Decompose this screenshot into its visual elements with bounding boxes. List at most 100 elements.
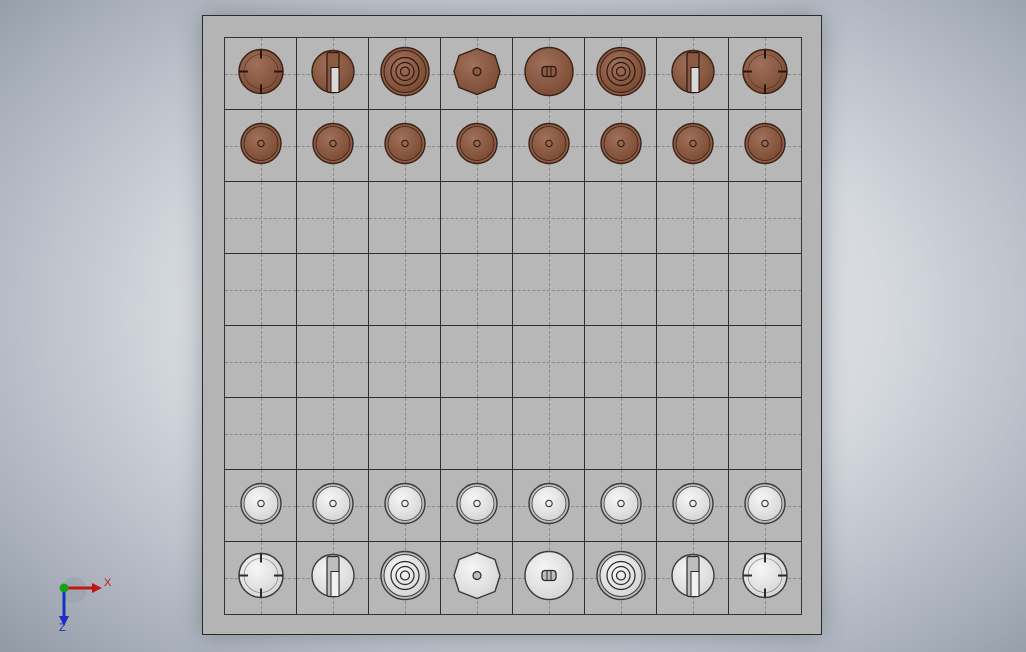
board-square[interactable] [729,470,801,542]
board-square[interactable] [441,398,513,470]
board-square[interactable] [369,470,441,542]
dark-pawn-piece[interactable] [235,117,287,174]
board-square[interactable] [441,542,513,614]
board-square[interactable] [441,326,513,398]
board-square[interactable] [585,326,657,398]
board-square[interactable] [441,38,513,110]
dark-knight-piece[interactable] [307,45,359,102]
dark-king-piece[interactable] [523,45,575,102]
dark-pawn-piece[interactable] [523,117,575,174]
board-square[interactable] [657,38,729,110]
light-knight-piece[interactable] [307,550,359,607]
y-axis-dot [59,583,69,593]
board-square[interactable] [657,326,729,398]
dark-pawn-piece[interactable] [451,117,503,174]
dark-knight-piece[interactable] [667,45,719,102]
board-square[interactable] [297,182,369,254]
board-square[interactable] [297,326,369,398]
board-square[interactable] [441,470,513,542]
board-square[interactable] [225,470,297,542]
light-pawn-piece[interactable] [595,477,647,534]
board-square[interactable] [369,110,441,182]
dark-rook-piece[interactable] [235,45,287,102]
dark-rook-piece[interactable] [739,45,791,102]
board-square[interactable] [513,542,585,614]
dark-queen-piece[interactable] [451,45,503,102]
board-square[interactable] [225,38,297,110]
board-square[interactable] [369,542,441,614]
dark-pawn-piece[interactable] [667,117,719,174]
dark-bishop-piece[interactable] [379,45,431,102]
board-square[interactable] [657,182,729,254]
board-square[interactable] [729,182,801,254]
board-square[interactable] [513,254,585,326]
board-square[interactable] [729,398,801,470]
board-square[interactable] [369,326,441,398]
light-pawn-piece[interactable] [235,477,287,534]
board-square[interactable] [657,398,729,470]
light-knight-piece[interactable] [667,550,719,607]
board-square[interactable] [225,326,297,398]
board-square[interactable] [585,182,657,254]
light-pawn-piece[interactable] [739,477,791,534]
light-pawn-piece[interactable] [379,477,431,534]
light-bishop-piece[interactable] [379,550,431,607]
board-square[interactable] [297,254,369,326]
board-square[interactable] [369,398,441,470]
board-square[interactable] [297,398,369,470]
board-square[interactable] [585,110,657,182]
board-square[interactable] [225,110,297,182]
board-square[interactable] [369,182,441,254]
board-square[interactable] [513,326,585,398]
board-square[interactable] [585,470,657,542]
dark-bishop-piece[interactable] [595,45,647,102]
board-square[interactable] [585,542,657,614]
board-square[interactable] [297,470,369,542]
light-pawn-piece[interactable] [451,477,503,534]
board-square[interactable] [585,254,657,326]
board-square[interactable] [225,542,297,614]
board-square[interactable] [513,398,585,470]
x-axis-arrow [92,583,102,593]
light-rook-piece[interactable] [739,550,791,607]
light-rook-piece[interactable] [235,550,287,607]
dark-pawn-piece[interactable] [739,117,791,174]
light-bishop-piece[interactable] [595,550,647,607]
board-square[interactable] [657,254,729,326]
board-square[interactable] [585,38,657,110]
board-square[interactable] [441,254,513,326]
board-square[interactable] [729,110,801,182]
dark-pawn-piece[interactable] [379,117,431,174]
board-square[interactable] [441,182,513,254]
light-pawn-piece[interactable] [307,477,359,534]
board-square[interactable] [513,470,585,542]
dark-pawn-piece[interactable] [595,117,647,174]
graphics-viewport[interactable]: X Z [0,0,1026,652]
board-square[interactable] [729,542,801,614]
board-square[interactable] [657,542,729,614]
board-square[interactable] [729,38,801,110]
board-square[interactable] [513,182,585,254]
board-square[interactable] [369,38,441,110]
board-square[interactable] [657,470,729,542]
board-square[interactable] [297,38,369,110]
light-queen-piece[interactable] [451,550,503,607]
light-pawn-piece[interactable] [523,477,575,534]
board-square[interactable] [225,182,297,254]
board-square[interactable] [441,110,513,182]
board-square[interactable] [513,38,585,110]
board-square[interactable] [297,110,369,182]
light-pawn-piece[interactable] [667,477,719,534]
board-square[interactable] [297,542,369,614]
chess-board-model[interactable] [202,15,822,635]
board-square[interactable] [729,326,801,398]
board-square[interactable] [585,398,657,470]
board-square[interactable] [513,110,585,182]
board-square[interactable] [225,398,297,470]
light-king-piece[interactable] [523,550,575,607]
board-square[interactable] [729,254,801,326]
board-square[interactable] [225,254,297,326]
board-square[interactable] [369,254,441,326]
dark-pawn-piece[interactable] [307,117,359,174]
board-square[interactable] [657,110,729,182]
